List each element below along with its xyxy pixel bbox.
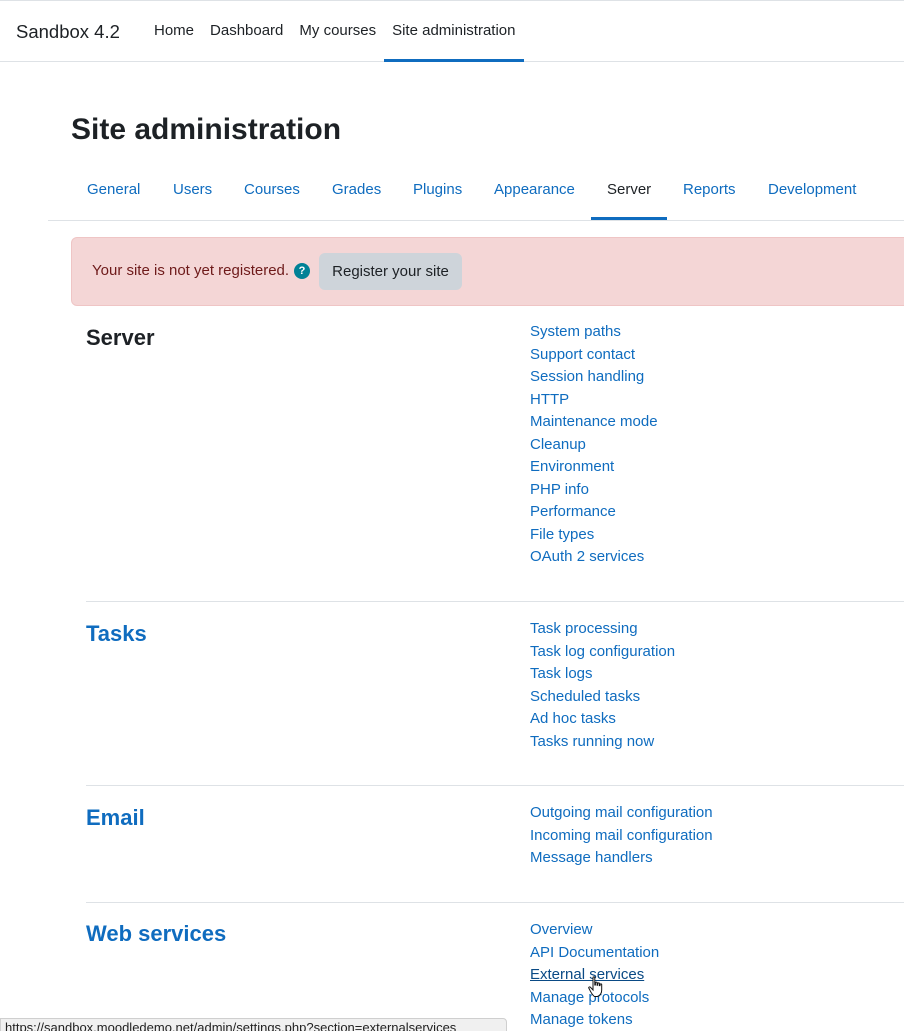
email-links: Outgoing mail configuration Incoming mai… bbox=[530, 803, 713, 871]
nav-dashboard[interactable]: Dashboard bbox=[202, 1, 291, 62]
link-task-log-configuration[interactable]: Task log configuration bbox=[530, 642, 675, 665]
link-maintenance-mode[interactable]: Maintenance mode bbox=[530, 412, 658, 435]
link-tasks-running-now[interactable]: Tasks running now bbox=[530, 732, 675, 755]
section-title-tasks[interactable]: Tasks bbox=[86, 621, 147, 647]
link-message-handlers[interactable]: Message handlers bbox=[530, 848, 713, 871]
link-environment[interactable]: Environment bbox=[530, 457, 658, 480]
registration-alert: Your site is not yet registered. ? Regis… bbox=[71, 237, 904, 306]
tab-server[interactable]: Server bbox=[591, 160, 668, 220]
status-bar-url: https://sandbox.moodledemo.net/admin/set… bbox=[0, 1018, 507, 1031]
section-title-server: Server bbox=[86, 325, 155, 350]
section-web-services: Web services Overview API Documentation … bbox=[86, 902, 904, 1031]
link-api-documentation[interactable]: API Documentation bbox=[530, 943, 659, 966]
tab-development[interactable]: Development bbox=[752, 160, 872, 220]
link-outgoing-mail[interactable]: Outgoing mail configuration bbox=[530, 803, 713, 826]
link-performance[interactable]: Performance bbox=[530, 502, 658, 525]
tab-plugins[interactable]: Plugins bbox=[397, 160, 478, 220]
alert-message: Your site is not yet registered. bbox=[92, 262, 290, 279]
tab-appearance[interactable]: Appearance bbox=[478, 160, 591, 220]
tab-grades[interactable]: Grades bbox=[316, 160, 397, 220]
link-session-handling[interactable]: Session handling bbox=[530, 367, 658, 390]
page-title: Site administration bbox=[71, 113, 342, 146]
help-icon[interactable]: ? bbox=[294, 263, 310, 279]
tab-general[interactable]: General bbox=[71, 160, 156, 220]
link-oauth2-services[interactable]: OAuth 2 services bbox=[530, 547, 658, 570]
link-system-paths[interactable]: System paths bbox=[530, 322, 658, 345]
link-ws-overview[interactable]: Overview bbox=[530, 920, 659, 943]
tab-courses[interactable]: Courses bbox=[228, 160, 316, 220]
link-php-info[interactable]: PHP info bbox=[530, 480, 658, 503]
link-scheduled-tasks[interactable]: Scheduled tasks bbox=[530, 687, 675, 710]
register-site-button[interactable]: Register your site bbox=[319, 253, 462, 290]
nav-site-administration[interactable]: Site administration bbox=[384, 1, 524, 62]
tab-users[interactable]: Users bbox=[157, 160, 228, 220]
primary-navigation: Home Dashboard My courses Site administr… bbox=[146, 1, 524, 62]
link-http[interactable]: HTTP bbox=[530, 390, 658, 413]
link-cleanup[interactable]: Cleanup bbox=[530, 435, 658, 458]
link-task-logs[interactable]: Task logs bbox=[530, 664, 675, 687]
nav-home[interactable]: Home bbox=[146, 1, 202, 62]
server-links: System paths Support contact Session han… bbox=[530, 322, 658, 570]
section-tasks: Tasks Task processing Task log configura… bbox=[86, 601, 904, 786]
link-ad-hoc-tasks[interactable]: Ad hoc tasks bbox=[530, 709, 675, 732]
nav-my-courses[interactable]: My courses bbox=[291, 1, 384, 62]
hand-cursor-icon bbox=[588, 976, 603, 997]
section-title-web-services[interactable]: Web services bbox=[86, 921, 226, 947]
admin-tabs: General Users Courses Grades Plugins App… bbox=[48, 160, 904, 221]
link-incoming-mail[interactable]: Incoming mail configuration bbox=[530, 826, 713, 849]
link-support-contact[interactable]: Support contact bbox=[530, 345, 658, 368]
site-brand[interactable]: Sandbox 4.2 bbox=[16, 21, 120, 43]
section-server: Server System paths Support contact Sess… bbox=[86, 322, 904, 602]
tasks-links: Task processing Task log configuration T… bbox=[530, 619, 675, 754]
link-file-types[interactable]: File types bbox=[530, 525, 658, 548]
link-task-processing[interactable]: Task processing bbox=[530, 619, 675, 642]
link-manage-tokens[interactable]: Manage tokens bbox=[530, 1010, 659, 1031]
section-title-email[interactable]: Email bbox=[86, 805, 145, 831]
top-navbar: Sandbox 4.2 Home Dashboard My courses Si… bbox=[0, 0, 904, 62]
tab-reports[interactable]: Reports bbox=[667, 160, 752, 220]
section-email: Email Outgoing mail configuration Incomi… bbox=[86, 785, 904, 903]
